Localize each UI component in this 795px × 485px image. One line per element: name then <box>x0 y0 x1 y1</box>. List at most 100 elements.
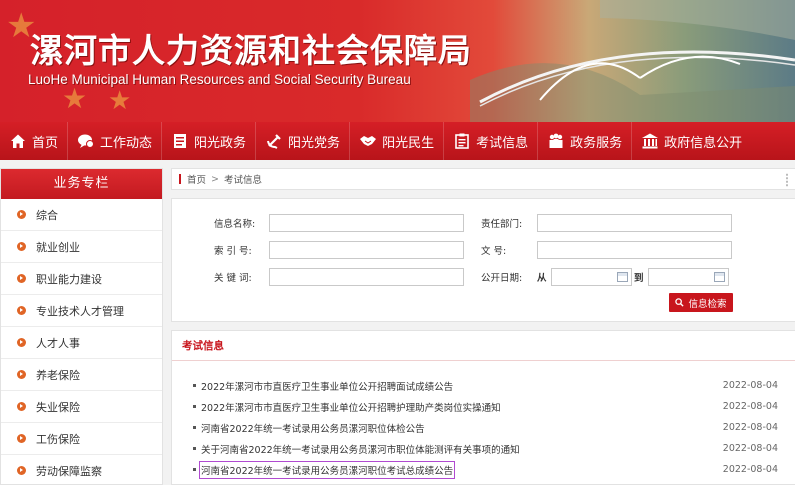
list-item[interactable]: 2022年漯河市市直医疗卫生事业单位公开招聘面试成绩公告 2022-08-04 <box>172 375 795 396</box>
breadcrumb-marker <box>179 174 181 184</box>
nav-item-gov-affairs[interactable]: 阳光政务 <box>162 122 257 160</box>
news-title-link[interactable]: 河南省2022年统一考试录用公务员漯河职位体检公告 <box>201 421 425 435</box>
nav-item-work-news[interactable]: 工作动态 <box>68 122 163 160</box>
sidebar-item-personnel[interactable]: 人才人事 <box>1 327 162 359</box>
nav-item-gov-service[interactable]: 政务服务 <box>538 122 633 160</box>
news-date: 2022-08-04 <box>722 380 778 391</box>
dept-label: 责任部门: <box>481 219 523 230</box>
arrow-circle-icon <box>17 466 26 475</box>
news-title-link[interactable]: 河南省2022年统一考试录用公务员漯河职位考试总成绩公告 <box>198 460 456 479</box>
sidebar-title: 业务专栏 <box>1 169 162 199</box>
news-date: 2022-08-04 <box>722 422 778 433</box>
handshake-icon <box>359 132 377 150</box>
people-icon <box>547 132 565 150</box>
bullet-icon <box>193 384 196 387</box>
index-label: 索 引 号: <box>214 246 252 257</box>
news-title-link[interactable]: 2022年漯河市市直医疗卫生事业单位公开招聘面试成绩公告 <box>201 379 453 393</box>
document-icon <box>171 132 189 150</box>
nav-item-label: 阳光民生 <box>382 135 435 151</box>
news-title-link[interactable]: 2022年漯河市市直医疗卫生事业单位公开招聘护理助产类岗位实操通知 <box>201 400 501 414</box>
sidebar-item-professional-talent[interactable]: 专业技术人才管理 <box>1 295 162 327</box>
sidebar-item-label: 劳动保障监察 <box>36 464 102 478</box>
news-date: 2022-08-04 <box>722 464 778 475</box>
sidebar-item-label: 工伤保险 <box>36 432 80 446</box>
list-item[interactable]: 关于河南省2022年统一考试录用公务员漯河市职位体能测评有关事项的通知 2022… <box>172 438 795 459</box>
nav-item-home[interactable]: 首页 <box>0 122 69 160</box>
sidebar-item-label: 养老保险 <box>36 368 80 382</box>
nav-item-label: 工作动态 <box>100 135 153 151</box>
party-icon <box>265 132 283 150</box>
sidebar-item-pension[interactable]: 养老保险 <box>1 359 162 391</box>
keyword-label: 关 键 词: <box>214 273 252 284</box>
arrow-circle-icon <box>17 242 26 251</box>
clipboard-icon <box>453 132 471 150</box>
list-item[interactable]: 2022年漯河市市直医疗卫生事业单位公开招聘护理助产类岗位实操通知 2022-0… <box>172 396 795 417</box>
site-title-english: LuoHe Municipal Human Resources and Soci… <box>28 72 411 87</box>
calendar-icon[interactable] <box>617 272 628 282</box>
main-nav: 首页 工作动态 阳光政务 阳光党务 阳光民生 考试信息 政务服务 政府信息公开 <box>0 122 795 160</box>
nav-item-exam-info[interactable]: 考试信息 <box>444 122 539 160</box>
nav-item-label: 政府信息公开 <box>664 135 743 151</box>
sidebar: 业务专栏 综合 就业创业 职业能力建设 专业技术人才管理 人才人事 养老保险 失… <box>0 168 163 485</box>
nav-item-label: 考试信息 <box>476 135 529 151</box>
info-name-label: 信息名称: <box>214 219 256 230</box>
keyword-input[interactable] <box>269 268 464 286</box>
nav-item-livelihood[interactable]: 阳光民生 <box>350 122 445 160</box>
nav-item-label: 首页 <box>32 135 59 151</box>
dept-input[interactable] <box>537 214 732 232</box>
bullet-icon <box>193 405 196 408</box>
news-date: 2022-08-04 <box>722 401 778 412</box>
news-list: 2022年漯河市市直医疗卫生事业单位公开招聘面试成绩公告 2022-08-04 … <box>172 375 795 480</box>
sidebar-item-vocational[interactable]: 职业能力建设 <box>1 263 162 295</box>
header-banner: ★ ★ ★ 漯河市人力资源和社会保障局 LuoHe Municipal Huma… <box>0 0 795 122</box>
search-icon <box>675 298 685 307</box>
date-from-label: 从 <box>537 273 547 284</box>
arrow-circle-icon <box>17 402 26 411</box>
drag-handle-icon <box>785 173 789 187</box>
sidebar-item-label: 职业能力建设 <box>36 272 102 286</box>
date-to-input[interactable] <box>648 268 729 286</box>
news-title-link[interactable]: 关于河南省2022年统一考试录用公务员漯河市职位体能测评有关事项的通知 <box>201 442 520 456</box>
breadcrumb-home-link[interactable]: 首页 <box>187 172 206 186</box>
home-icon <box>9 132 27 150</box>
breadcrumb-current: 考试信息 <box>223 175 262 186</box>
date-from-input[interactable] <box>551 268 632 286</box>
chat-icon <box>77 132 95 150</box>
date-to-label: 到 <box>634 273 644 284</box>
date-label: 公开日期: <box>481 273 523 284</box>
sidebar-item-label: 综合 <box>36 208 58 222</box>
index-input[interactable] <box>269 241 464 259</box>
sidebar-item-label: 专业技术人才管理 <box>36 304 124 318</box>
calendar-icon[interactable] <box>714 272 725 282</box>
arrow-circle-icon <box>17 306 26 315</box>
arrow-circle-icon <box>17 274 26 283</box>
sidebar-item-label: 就业创业 <box>36 240 80 254</box>
sidebar-item-label: 失业保险 <box>36 400 80 414</box>
breadcrumb-separator: > <box>211 173 219 185</box>
sidebar-item-labor-inspection[interactable]: 劳动保障监察 <box>1 455 162 485</box>
nav-item-label: 政务服务 <box>570 135 623 151</box>
doc-number-input[interactable] <box>537 241 732 259</box>
nav-item-label: 阳光政务 <box>194 135 247 151</box>
breadcrumb: 首页 > 考试信息 <box>171 168 795 190</box>
info-name-input[interactable] <box>269 214 464 232</box>
news-date: 2022-08-04 <box>722 443 778 454</box>
nav-item-gov-info-public[interactable]: 政府信息公开 <box>632 122 751 160</box>
nav-item-party-affairs[interactable]: 阳光党务 <box>256 122 351 160</box>
list-item-highlighted[interactable]: 河南省2022年统一考试录用公务员漯河职位考试总成绩公告 2022-08-04 <box>172 459 795 480</box>
sidebar-item-unemployment[interactable]: 失业保险 <box>1 391 162 423</box>
arrow-circle-icon <box>17 434 26 443</box>
sidebar-item-general[interactable]: 综合 <box>1 199 162 231</box>
sidebar-item-employment[interactable]: 就业创业 <box>1 231 162 263</box>
info-search-button[interactable]: 信息检索 <box>669 293 733 312</box>
sidebar-item-work-injury[interactable]: 工伤保险 <box>1 423 162 455</box>
bullet-icon <box>193 468 196 471</box>
list-item[interactable]: 河南省2022年统一考试录用公务员漯河职位体检公告 2022-08-04 <box>172 417 795 438</box>
info-search-button-label: 信息检索 <box>688 298 727 310</box>
bullet-icon <box>193 447 196 450</box>
site-title: 漯河市人力资源和社会保障局 <box>30 31 472 70</box>
arrow-circle-icon <box>17 370 26 379</box>
arrow-circle-icon <box>17 210 26 219</box>
exam-info-panel: 考试信息 2022年漯河市市直医疗卫生事业单位公开招聘面试成绩公告 2022-0… <box>171 330 795 485</box>
sidebar-item-label: 人才人事 <box>36 336 80 350</box>
